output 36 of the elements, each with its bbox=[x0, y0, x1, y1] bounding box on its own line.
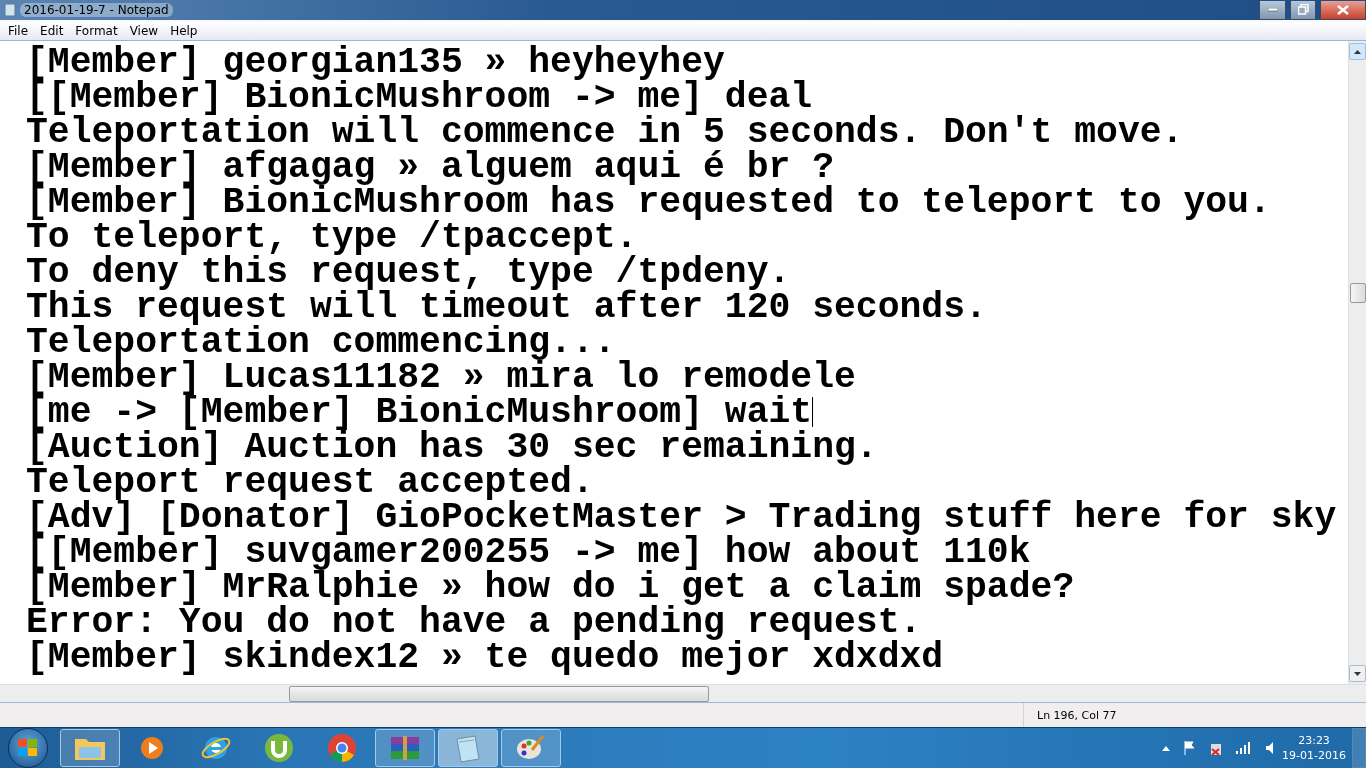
scroll-thumb[interactable] bbox=[1349, 283, 1366, 303]
flag-icon[interactable] bbox=[1184, 741, 1197, 755]
window-title: 2016-01-19-7 - Notepad bbox=[20, 3, 173, 17]
notepad-icon bbox=[4, 3, 16, 17]
torrent-icon bbox=[264, 733, 294, 763]
horizontal-scrollbar[interactable] bbox=[0, 684, 1366, 703]
clock-date: 19-01-2016 bbox=[1282, 749, 1346, 762]
menu-item[interactable]: Help bbox=[164, 24, 204, 38]
show-hidden-icon[interactable] bbox=[1162, 745, 1171, 751]
signal-icon[interactable] bbox=[1236, 742, 1253, 754]
vertical-scrollbar[interactable] bbox=[1348, 41, 1366, 684]
chrome-icon bbox=[327, 733, 357, 763]
clock-time: 23:23 bbox=[1298, 734, 1330, 747]
scroll-thumb[interactable] bbox=[289, 686, 709, 702]
restore-icon bbox=[1297, 4, 1309, 15]
menu-item[interactable]: View bbox=[123, 24, 165, 38]
palette-icon bbox=[516, 734, 546, 762]
notepad-icon bbox=[453, 733, 483, 763]
menu-item[interactable]: Edit bbox=[34, 24, 70, 38]
speaker-icon[interactable] bbox=[1266, 742, 1275, 754]
scroll-up-icon[interactable] bbox=[1349, 43, 1366, 60]
start-button[interactable] bbox=[8, 728, 48, 768]
windows-logo-icon bbox=[18, 739, 38, 757]
menu-item[interactable]: Format bbox=[69, 24, 124, 38]
archive-icon bbox=[389, 735, 421, 761]
menu-item[interactable]: File bbox=[2, 24, 35, 38]
scroll-down-icon[interactable] bbox=[1349, 665, 1366, 682]
close-icon bbox=[1337, 4, 1349, 15]
minimize-button[interactable] bbox=[1259, 0, 1286, 20]
restore-button[interactable] bbox=[1290, 0, 1316, 20]
clock[interactable]: 23:23 19-01-2016 bbox=[1282, 734, 1346, 762]
minimize-icon bbox=[1267, 7, 1278, 12]
taskbar-app[interactable] bbox=[501, 729, 561, 767]
taskbar-app[interactable] bbox=[375, 729, 435, 767]
close-button[interactable] bbox=[1320, 0, 1366, 20]
taskbar-app[interactable] bbox=[60, 729, 120, 767]
